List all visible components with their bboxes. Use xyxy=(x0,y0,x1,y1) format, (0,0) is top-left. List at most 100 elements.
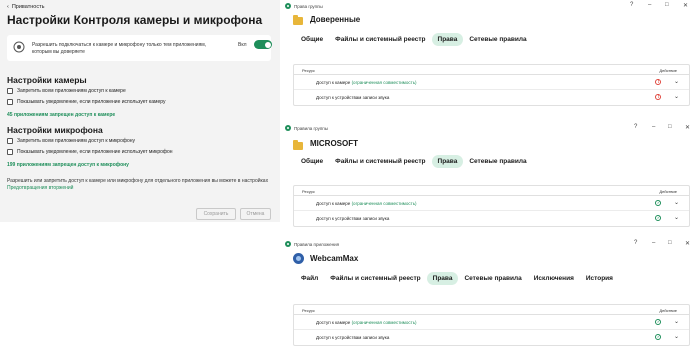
tab-general[interactable]: Общие xyxy=(295,155,329,168)
table-row[interactable]: Доступ к устройствам записи звука ⌄ xyxy=(294,330,689,345)
maximize-icon[interactable]: □ xyxy=(665,2,669,8)
col-resource: Ресурс xyxy=(302,308,315,313)
minimize-icon[interactable]: – xyxy=(652,124,655,130)
col-action: Действие xyxy=(659,189,677,194)
blocked-status-icon xyxy=(655,94,661,100)
help-icon[interactable]: ? xyxy=(634,124,637,130)
kaspersky-icon xyxy=(285,125,291,131)
block-all-camera-checkbox[interactable]: Запретить всем приложениям доступ к каме… xyxy=(7,88,126,94)
checkbox-icon xyxy=(7,88,13,94)
camera-mic-icon xyxy=(13,41,25,53)
mic-blocked-link[interactable]: 199 приложениям запрещен доступ к микроф… xyxy=(7,162,129,168)
window-titlebar: Правила группы xyxy=(285,125,328,131)
app-name: WebcamMax xyxy=(310,254,359,263)
allow-description: Разрешить подключаться к камере и микроф… xyxy=(32,42,207,55)
intrusion-prevention-link[interactable]: Предотвращения вторжений xyxy=(7,185,73,191)
table-row[interactable]: Доступ к камере (ограниченная совместимо… xyxy=(294,315,689,330)
chevron-down-icon[interactable]: ⌄ xyxy=(674,318,679,325)
allowed-status-icon xyxy=(655,319,661,325)
window-titlebar: Правила приложения xyxy=(285,241,339,247)
minimize-icon[interactable]: – xyxy=(648,2,651,8)
tab-files-registry[interactable]: Файлы и системный реестр xyxy=(329,33,431,46)
blocked-status-icon xyxy=(655,79,661,85)
app-name: Доверенные xyxy=(310,15,361,24)
dialog-webcammax: Правила приложения ? – □ ✕ WebcamMax Фай… xyxy=(280,238,700,353)
compat-link[interactable]: (ограниченная совместимость) xyxy=(352,320,417,325)
checkbox-label: Показывать уведомление, если приложение … xyxy=(17,99,166,105)
table-row[interactable]: Доступ к устройствам записи звука ⌄ xyxy=(294,90,689,105)
webcam-app-icon xyxy=(293,253,304,264)
checkbox-label: Запретить всем приложениям доступ к микр… xyxy=(17,138,136,144)
checkbox-icon xyxy=(7,149,13,155)
maximize-icon[interactable]: □ xyxy=(668,240,672,246)
chevron-down-icon[interactable]: ⌄ xyxy=(674,333,679,340)
camera-section-title: Настройки камеры xyxy=(7,75,87,85)
table-header: Ресурс Действие xyxy=(294,305,689,315)
maximize-icon[interactable]: □ xyxy=(668,124,672,130)
rights-table: Ресурс Действие Доступ к камере (огранич… xyxy=(293,304,690,346)
allow-card: Разрешить подключаться к камере и микроф… xyxy=(7,35,272,61)
tab-network-rules[interactable]: Сетевые правила xyxy=(463,33,532,46)
block-all-mic-checkbox[interactable]: Запретить всем приложениям доступ к микр… xyxy=(7,138,135,144)
help-icon[interactable]: ? xyxy=(634,240,637,246)
info-note: Разрешить или запретить доступ к камере … xyxy=(7,178,269,192)
rights-table: Ресурс Действие Доступ к камере (огранич… xyxy=(293,64,690,106)
rights-table: Ресурс Действие Доступ к камере (огранич… xyxy=(293,185,690,227)
chevron-left-icon: ‹ xyxy=(7,4,9,10)
tab-file[interactable]: Файл xyxy=(295,272,324,285)
row-label: Доступ к камере (ограниченная совместимо… xyxy=(316,80,417,85)
notify-mic-checkbox[interactable]: Показывать уведомление, если приложение … xyxy=(7,149,173,155)
chevron-down-icon[interactable]: ⌄ xyxy=(674,199,679,206)
col-resource: Ресурс xyxy=(302,68,315,73)
dialog-trusted: Права группы ? – □ ✕ Доверенные Общие Фа… xyxy=(280,0,700,118)
tab-files-registry[interactable]: Файлы и системный реестр xyxy=(324,272,426,285)
tab-general[interactable]: Общие xyxy=(295,33,329,46)
compat-link[interactable]: (ограниченная совместимость) xyxy=(352,201,417,206)
chevron-down-icon[interactable]: ⌄ xyxy=(674,214,679,221)
window-title: Правила приложения xyxy=(294,241,340,247)
col-action: Действие xyxy=(659,308,677,313)
tab-bar: Общие Файлы и системный реестр Права Сет… xyxy=(295,33,533,46)
tab-rights[interactable]: Права xyxy=(431,33,464,46)
row-label: Доступ к камере (ограниченная совместимо… xyxy=(316,201,417,206)
close-icon[interactable]: ✕ xyxy=(685,124,690,131)
table-row[interactable]: Доступ к устройствам записи звука ⌄ xyxy=(294,211,689,226)
note-text: Разрешить или запретить доступ к камере … xyxy=(7,178,269,184)
chevron-down-icon[interactable]: ⌄ xyxy=(674,78,679,85)
back-link[interactable]: ‹ Приватность xyxy=(7,4,44,10)
cancel-button[interactable]: Отмена xyxy=(240,208,271,220)
kaspersky-icon xyxy=(285,241,291,247)
protection-toggle[interactable] xyxy=(254,40,272,49)
chevron-down-icon[interactable]: ⌄ xyxy=(674,93,679,100)
tab-rights[interactable]: Права xyxy=(431,155,464,168)
close-icon[interactable]: ✕ xyxy=(683,2,688,9)
allowed-status-icon xyxy=(655,215,661,221)
close-icon[interactable]: ✕ xyxy=(685,240,690,247)
app-name: MICROSOFT xyxy=(310,139,358,148)
camera-mic-settings-panel: ‹ Приватность Настройки Контроля камеры … xyxy=(0,0,280,222)
compat-link[interactable]: (ограниченная совместимость) xyxy=(352,80,417,85)
tab-history[interactable]: История xyxy=(580,272,619,285)
tab-network-rules[interactable]: Сетевые правила xyxy=(463,155,532,168)
col-action: Действие xyxy=(659,68,677,73)
help-icon[interactable]: ? xyxy=(630,2,633,8)
toggle-label: Вкл xyxy=(238,42,247,48)
allowed-status-icon xyxy=(655,334,661,340)
minimize-icon[interactable]: – xyxy=(652,240,655,246)
kaspersky-icon xyxy=(285,3,291,9)
notify-camera-checkbox[interactable]: Показывать уведомление, если приложение … xyxy=(7,99,165,105)
camera-blocked-link[interactable]: 45 приложениям запрещен доступ к камере xyxy=(7,112,115,118)
row-label: Доступ к устройствам записи звука xyxy=(316,335,390,340)
checkbox-label: Показывать уведомление, если приложение … xyxy=(17,149,173,155)
table-row[interactable]: Доступ к камере (ограниченная совместимо… xyxy=(294,75,689,90)
row-label: Доступ к устройствам записи звука xyxy=(316,216,390,221)
tab-network-rules[interactable]: Сетевые правила xyxy=(458,272,527,285)
tab-rights[interactable]: Права xyxy=(426,272,459,285)
save-button[interactable]: Сохранить xyxy=(196,208,236,220)
folder-icon xyxy=(293,140,303,150)
tab-exclusions[interactable]: Исключения xyxy=(528,272,580,285)
folder-icon xyxy=(293,15,303,25)
row-label: Доступ к устройствам записи звука xyxy=(316,95,390,100)
table-row[interactable]: Доступ к камере (ограниченная совместимо… xyxy=(294,196,689,211)
tab-files-registry[interactable]: Файлы и системный реестр xyxy=(329,155,431,168)
